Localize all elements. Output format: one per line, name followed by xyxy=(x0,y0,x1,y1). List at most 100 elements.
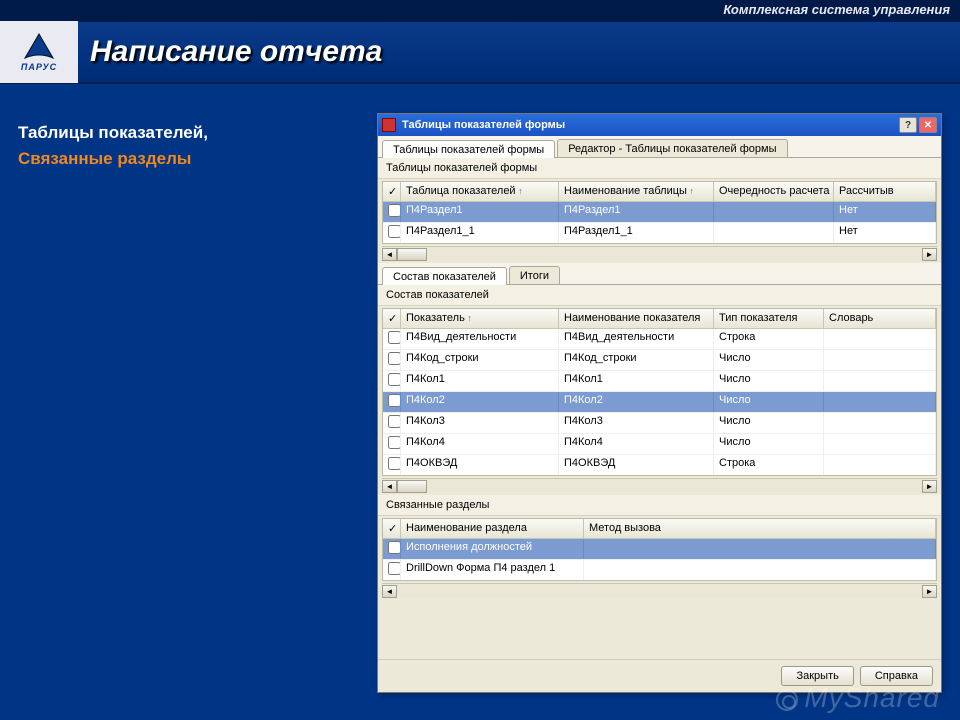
col-type[interactable]: Тип показателя xyxy=(714,309,824,328)
scroll-left-icon[interactable]: ◄ xyxy=(382,585,397,598)
scroll-right-icon[interactable]: ► xyxy=(922,480,937,493)
scroll-right-icon[interactable]: ► xyxy=(922,585,937,598)
mid-tabs: Состав показателей Итоги xyxy=(378,263,941,285)
page-title: Написание отчета xyxy=(90,35,382,69)
row-checkbox[interactable] xyxy=(388,541,401,554)
cell: П4Раздел1 xyxy=(401,202,559,222)
system-title: Комплексная система управления xyxy=(723,2,950,17)
row-checkbox[interactable] xyxy=(388,562,401,575)
cell xyxy=(824,413,936,433)
col-check[interactable]: ✓ xyxy=(383,519,401,538)
table-row[interactable]: П4Кол3П4Кол3Число xyxy=(383,413,936,434)
row-checkbox[interactable] xyxy=(388,415,401,428)
brand-text: ПАРУС xyxy=(21,62,57,72)
cell: Строка xyxy=(714,329,824,349)
table-row[interactable]: П4Код_строкиП4Код_строкиЧисло xyxy=(383,350,936,371)
cell xyxy=(584,560,936,580)
cell: П4Код_строки xyxy=(559,350,714,370)
scroll-thumb[interactable] xyxy=(397,248,427,261)
scroll-left-icon[interactable]: ◄ xyxy=(382,480,397,493)
row-checkbox[interactable] xyxy=(388,394,401,407)
indicators-scrollbar[interactable]: ◄ ► xyxy=(382,478,937,493)
titlebar[interactable]: Таблицы показателей формы ? ✕ xyxy=(378,114,941,136)
cell: П4Раздел1_1 xyxy=(559,223,714,243)
table-row[interactable]: П4Раздел1П4Раздел1Нет xyxy=(383,202,936,223)
cell xyxy=(383,413,401,433)
sail-icon xyxy=(21,32,57,62)
tab-totals[interactable]: Итоги xyxy=(509,266,560,284)
col-check[interactable]: ✓ xyxy=(383,309,401,328)
help-button[interactable]: Справка xyxy=(860,666,933,686)
page-header: ПАРУС Написание отчета xyxy=(0,22,960,84)
col-table[interactable]: Таблица показателей xyxy=(401,182,559,201)
table-row[interactable]: П4Раздел1_1П4Раздел1_1Нет xyxy=(383,223,936,243)
cell xyxy=(383,202,401,222)
cell xyxy=(824,350,936,370)
col-name[interactable]: Наименование таблицы xyxy=(559,182,714,201)
section1-title: Таблицы показателей формы xyxy=(378,158,941,179)
related-scrollbar[interactable]: ◄ ► xyxy=(382,583,937,598)
col-check[interactable]: ✓ xyxy=(383,182,401,201)
close-icon[interactable]: ✕ xyxy=(919,117,937,133)
scroll-right-icon[interactable]: ► xyxy=(922,248,937,261)
table-row[interactable]: П4Кол2П4Кол2Число xyxy=(383,392,936,413)
table-row[interactable]: П4ОКВЭДП4ОКВЭДСтрока xyxy=(383,455,936,475)
scroll-thumb[interactable] xyxy=(397,480,427,493)
tables-grid-header: ✓ Таблица показателей Наименование табли… xyxy=(383,182,936,202)
row-checkbox[interactable] xyxy=(388,331,401,344)
main-tabs: Таблицы показателей формы Редактор - Таб… xyxy=(378,136,941,158)
cell xyxy=(584,539,936,559)
side-line-2: Связанные разделы xyxy=(18,146,208,172)
col-dict[interactable]: Словарь xyxy=(824,309,936,328)
col-indicator[interactable]: Показатель xyxy=(401,309,559,328)
indicators-dialog: Таблицы показателей формы ? ✕ Таблицы по… xyxy=(377,113,942,693)
cell: Строка xyxy=(714,455,824,475)
indicators-grid-header: ✓ Показатель Наименование показателя Тип… xyxy=(383,309,936,329)
table-row[interactable]: П4Вид_деятельностиП4Вид_деятельностиСтро… xyxy=(383,329,936,350)
indicators-grid[interactable]: ✓ Показатель Наименование показателя Тип… xyxy=(382,308,937,476)
cell xyxy=(383,350,401,370)
col-order[interactable]: Очередность расчета xyxy=(714,182,834,201)
close-button[interactable]: Закрыть xyxy=(781,666,853,686)
cell: Число xyxy=(714,413,824,433)
cell: DrillDown Форма П4 раздел 1 xyxy=(401,560,584,580)
tab-editor[interactable]: Редактор - Таблицы показателей формы xyxy=(557,139,787,157)
section2-title: Состав показателей xyxy=(378,285,941,306)
tables-grid[interactable]: ✓ Таблица показателей Наименование табли… xyxy=(382,181,937,244)
cell xyxy=(383,455,401,475)
top-bar: Комплексная система управления xyxy=(0,0,960,22)
tab-tables[interactable]: Таблицы показателей формы xyxy=(382,140,555,158)
col-method[interactable]: Метод вызова xyxy=(584,519,936,538)
table-row[interactable]: П4Кол4П4Кол4Число xyxy=(383,434,936,455)
side-line-1: Таблицы показателей, xyxy=(18,120,208,146)
row-checkbox[interactable] xyxy=(388,373,401,386)
cell: Число xyxy=(714,371,824,391)
row-checkbox[interactable] xyxy=(388,436,401,449)
help-button[interactable]: ? xyxy=(899,117,917,133)
col-section-name[interactable]: Наименование раздела xyxy=(401,519,584,538)
cell xyxy=(824,329,936,349)
cell xyxy=(383,223,401,243)
table-row[interactable]: DrillDown Форма П4 раздел 1 xyxy=(383,560,936,580)
tab-composition[interactable]: Состав показателей xyxy=(382,267,507,285)
row-checkbox[interactable] xyxy=(388,204,401,217)
scroll-left-icon[interactable]: ◄ xyxy=(382,248,397,261)
row-checkbox[interactable] xyxy=(388,225,401,238)
row-checkbox[interactable] xyxy=(388,457,401,470)
dialog-title: Таблицы показателей формы xyxy=(402,119,565,131)
cell: П4ОКВЭД xyxy=(559,455,714,475)
tables-scrollbar[interactable]: ◄ ► xyxy=(382,246,937,261)
table-row[interactable]: П4Кол1П4Кол1Число xyxy=(383,371,936,392)
col-indicator-name[interactable]: Наименование показателя xyxy=(559,309,714,328)
col-calc[interactable]: Рассчитыв xyxy=(834,182,936,201)
cell xyxy=(824,371,936,391)
cell: П4ОКВЭД xyxy=(401,455,559,475)
cell xyxy=(383,371,401,391)
cell: Нет xyxy=(834,202,936,222)
table-row[interactable]: Исполнения должностей xyxy=(383,539,936,560)
cell xyxy=(824,434,936,454)
cell: П4Кол4 xyxy=(559,434,714,454)
related-grid[interactable]: ✓ Наименование раздела Метод вызова Испо… xyxy=(382,518,937,581)
row-checkbox[interactable] xyxy=(388,352,401,365)
app-icon xyxy=(382,118,396,132)
